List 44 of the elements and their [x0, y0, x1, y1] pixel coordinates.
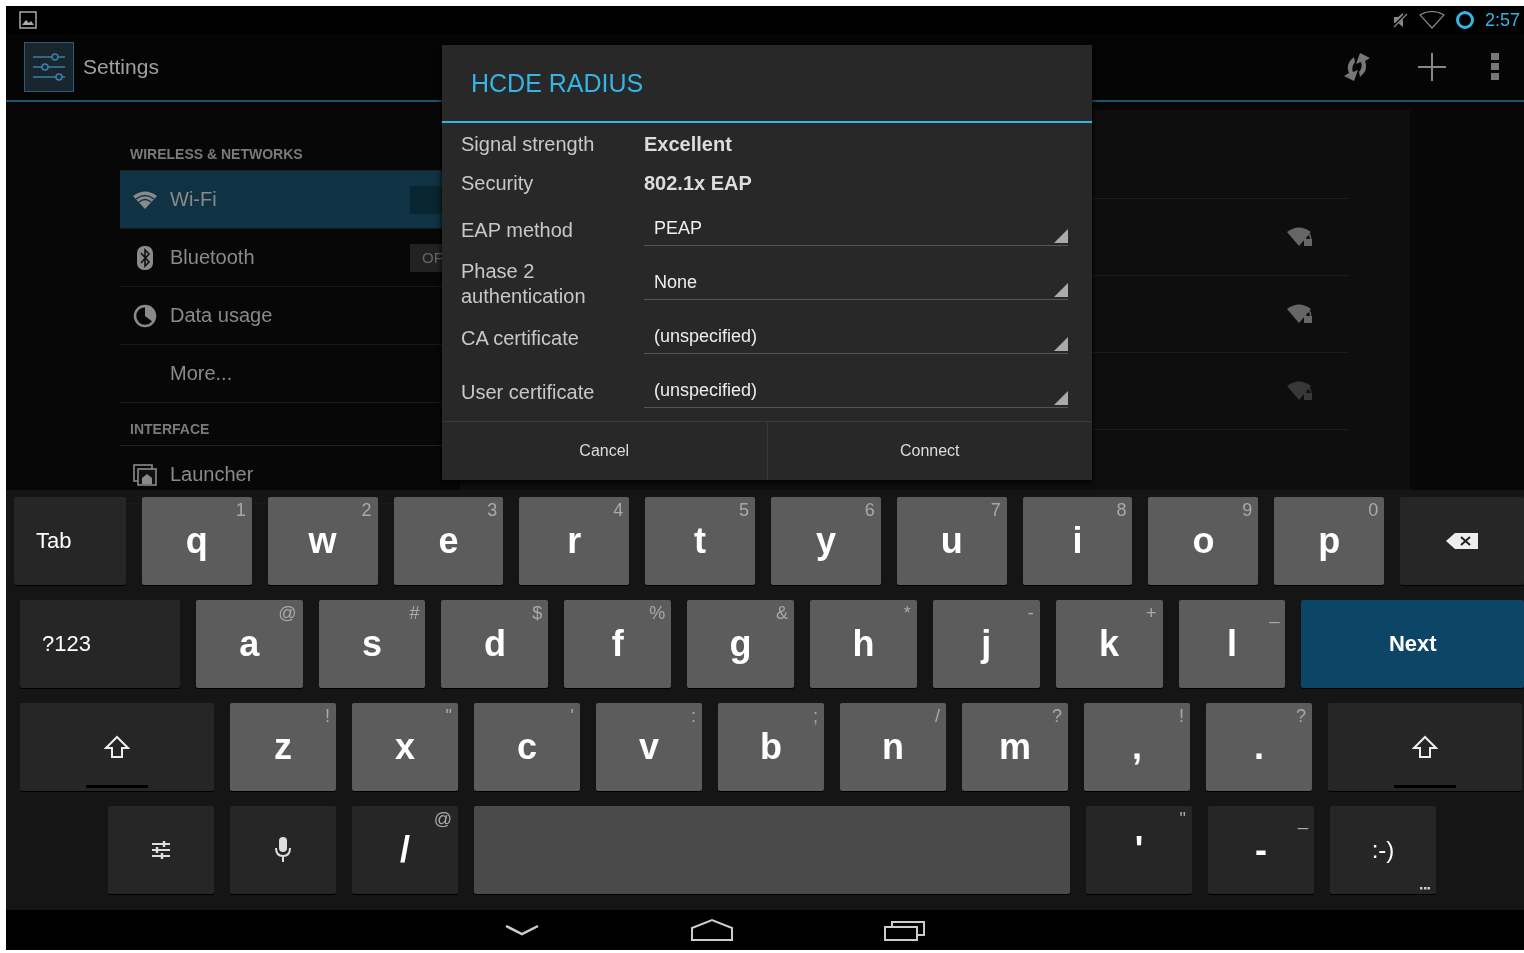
key-hint: _	[1269, 603, 1280, 624]
key-hint: 7	[990, 500, 1001, 521]
key-hint: @	[433, 809, 452, 830]
key-hint: ?	[1296, 706, 1306, 727]
field-label: Security	[461, 171, 535, 196]
key-hint: 8	[1116, 500, 1127, 521]
key-hint: /	[935, 706, 940, 727]
dialog-title: HCDE RADIUS	[442, 45, 1092, 123]
key-hint: :	[691, 706, 696, 727]
key-hint: ;	[813, 706, 818, 727]
item-label: Bluetooth	[170, 246, 255, 269]
key-hint: -	[1027, 603, 1034, 624]
key-hint: _	[1298, 809, 1308, 830]
key-hint: @	[278, 603, 297, 624]
field-label: Signal strength	[461, 132, 596, 157]
key-hint: 0	[1368, 500, 1379, 521]
key-hint: %	[649, 603, 666, 624]
key-hint: "	[445, 706, 452, 727]
field-value: Excellent	[644, 133, 732, 156]
key-hint: 5	[739, 500, 749, 521]
key-hint: "	[1179, 809, 1186, 830]
key-hint: +	[1146, 603, 1157, 624]
item-label: Wi-Fi	[170, 188, 217, 211]
field-value: 802.1x EAP	[644, 172, 752, 195]
key-hint: ?	[1052, 706, 1062, 727]
key-hint: #	[409, 603, 420, 624]
key-hint: 6	[864, 500, 875, 521]
key-hint: 3	[487, 500, 498, 521]
clock-time: 2:57	[1484, 9, 1520, 31]
item-label: Launcher	[170, 463, 254, 486]
item-label: Data usage	[170, 304, 273, 327]
key-hint: '	[570, 706, 574, 727]
key-hint: *	[903, 603, 911, 624]
item-label: More...	[170, 362, 233, 385]
field-label: User certificate	[461, 379, 596, 405]
key-hint: 4	[613, 500, 624, 521]
key-hint: &	[776, 603, 788, 624]
key-hint: !	[325, 706, 330, 727]
key-hint: 9	[1242, 500, 1253, 521]
field-label: EAP method	[461, 217, 574, 243]
field-label: CA certificate	[461, 325, 580, 351]
key-hint: !	[1179, 706, 1184, 727]
key-hint: $	[532, 603, 543, 624]
app-title: Settings	[83, 55, 159, 79]
